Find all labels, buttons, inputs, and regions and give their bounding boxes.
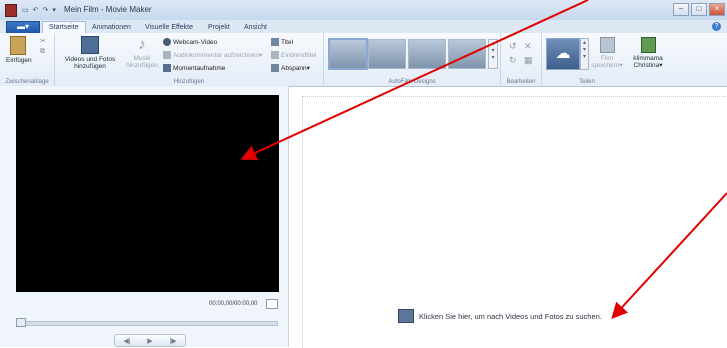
- webcam-video-label: Webcam-Video: [173, 38, 218, 46]
- select-all-icon[interactable]: ▦: [524, 55, 533, 66]
- autofilm-theme-4[interactable]: [448, 39, 486, 69]
- theme-gallery-scroll[interactable]: ▴ ▾ ▾: [488, 39, 498, 69]
- record-narration-label: Audiokommentar aufzeichnen: [173, 51, 259, 59]
- seek-bar-thumb[interactable]: [16, 318, 26, 327]
- group-label-edit: Bearbeiten: [506, 79, 536, 85]
- save-movie-icon: [599, 37, 615, 53]
- cloud-icon: ☁: [555, 45, 571, 62]
- tab-visuelle-effekte[interactable]: Visuelle Effekte: [145, 22, 193, 33]
- webcam-video-button[interactable]: Webcam-Video: [163, 38, 217, 46]
- window-title: Mein Film - Movie Maker: [64, 5, 152, 14]
- minimize-icon[interactable]: –: [673, 3, 689, 16]
- storyboard-hint-text: Klicken Sie hier, um nach Videos und Fot…: [419, 311, 602, 321]
- webcam-icon: [163, 38, 171, 46]
- user-name-label: klimmama Christina: [633, 55, 663, 69]
- help-icon[interactable]: ?: [712, 22, 721, 31]
- title-icon: [271, 38, 279, 46]
- user-avatar-icon: [640, 37, 656, 53]
- group-autofilm-designs: ▴ ▾ ▾ AutoFilm-Designs: [324, 33, 501, 86]
- undo-icon[interactable]: ↶: [33, 6, 39, 14]
- group-edit: ↺ ✕ ↻ ▦ Bearbeiten: [501, 33, 542, 86]
- snapshot-label: Momentaufnahme: [173, 64, 226, 72]
- caption-label: Einblendtitel: [281, 51, 317, 59]
- window-controls: – □ ×: [671, 3, 725, 16]
- remove-icon[interactable]: ✕: [524, 41, 532, 52]
- save-movie-button[interactable]: Film speichern▾: [590, 37, 624, 69]
- music-note-icon: ♪: [138, 36, 146, 53]
- clipboard-icon: [10, 36, 26, 55]
- group-label-autofilm: AutoFilm-Designs: [388, 79, 436, 85]
- previous-frame-icon[interactable]: ◀|: [123, 337, 130, 345]
- timecode: 00:00,00/00:00,00: [209, 301, 258, 307]
- tab-ansicht[interactable]: Ansicht: [244, 22, 267, 33]
- share-cloud-button[interactable]: ☁: [546, 38, 580, 70]
- autofilm-theme-2[interactable]: [368, 39, 406, 69]
- group-share: ☁ ▴ ▾ ▾ Film speichern▾ klimmama Christina…: [542, 33, 672, 86]
- paste-button[interactable]: Einfügen: [6, 36, 32, 64]
- add-videos-photos-label: Videos und Fotos hinzufügen: [64, 56, 116, 70]
- autofilm-theme-1[interactable]: [328, 38, 368, 70]
- add-music-label: Musik hinzufügen: [126, 55, 158, 69]
- copy-icon[interactable]: ⧉: [40, 48, 45, 56]
- video-preview[interactable]: [16, 95, 279, 292]
- credits-button[interactable]: Abspann ▾: [271, 64, 310, 72]
- rotate-right-icon[interactable]: ↻: [509, 55, 517, 66]
- ribbon-tabs: ▬▾ Startseite Animationen Visuelle Effek…: [0, 20, 727, 34]
- title-label: Titel: [281, 38, 294, 46]
- customize-dropdown-icon[interactable]: ▾: [52, 6, 56, 14]
- cut-icon[interactable]: ✂: [40, 37, 46, 45]
- quick-access-toolbar: ▭ ↶ ↷ ▾: [0, 3, 60, 17]
- maximize-icon[interactable]: □: [691, 3, 707, 16]
- close-icon[interactable]: ×: [709, 3, 725, 16]
- snapshot-button[interactable]: Momentaufnahme: [163, 64, 225, 72]
- share-gallery-scroll[interactable]: ▴ ▾ ▾: [580, 38, 589, 70]
- record-narration-button[interactable]: Audiokommentar aufzeichnen ▾: [163, 51, 262, 59]
- photo-video-icon: [398, 309, 414, 323]
- snapshot-icon: [163, 64, 171, 72]
- tab-projekt[interactable]: Projekt: [208, 22, 230, 33]
- caption-button[interactable]: Einblendtitel: [271, 51, 316, 59]
- group-label-clipboard: Zwischenablage: [5, 79, 49, 85]
- microphone-icon: [163, 51, 171, 59]
- play-icon[interactable]: ▶: [147, 337, 152, 345]
- tab-animationen[interactable]: Animationen: [92, 22, 131, 33]
- add-music-button[interactable]: ♪ Musik hinzufügen: [125, 36, 159, 69]
- playback-controls: ◀| ▶ |▶: [114, 334, 186, 347]
- title-button[interactable]: Titel: [271, 38, 293, 46]
- film-photo-icon: [81, 36, 99, 54]
- ribbon: Einfügen ✂ ⧉ Zwischenablage Videos und F…: [0, 33, 727, 87]
- fullscreen-icon[interactable]: [266, 299, 278, 309]
- user-account-button[interactable]: klimmama Christina▾: [628, 37, 668, 69]
- add-videos-photos-button[interactable]: Videos und Fotos hinzufügen: [60, 36, 120, 70]
- redo-icon[interactable]: ↷: [43, 6, 49, 14]
- title-bar: ▭ ↶ ↷ ▾ Mein Film - Movie Maker – □ ×: [0, 0, 727, 21]
- caption-icon: [271, 51, 279, 59]
- group-clipboard: Einfügen ✂ ⧉ Zwischenablage: [0, 33, 55, 86]
- group-label-add: Hinzufügen: [173, 79, 205, 85]
- paste-label: Einfügen: [6, 57, 32, 64]
- autofilm-theme-3[interactable]: [408, 39, 446, 69]
- group-add: Videos und Fotos hinzufügen ♪ Musik hinz…: [55, 33, 324, 86]
- credits-icon: [271, 64, 279, 72]
- storyboard-hint[interactable]: Klicken Sie hier, um nach Videos und Fot…: [398, 309, 602, 323]
- movie-maker-app-icon[interactable]: [5, 3, 17, 17]
- next-frame-icon[interactable]: |▶: [169, 337, 176, 345]
- group-label-share: Teilen: [579, 79, 595, 85]
- save-icon[interactable]: ▭: [22, 6, 29, 14]
- seek-bar[interactable]: [16, 321, 278, 326]
- rotate-left-icon[interactable]: ↺: [509, 41, 517, 52]
- save-movie-label: Film speichern: [591, 55, 620, 69]
- credits-label: Abspann: [281, 64, 307, 72]
